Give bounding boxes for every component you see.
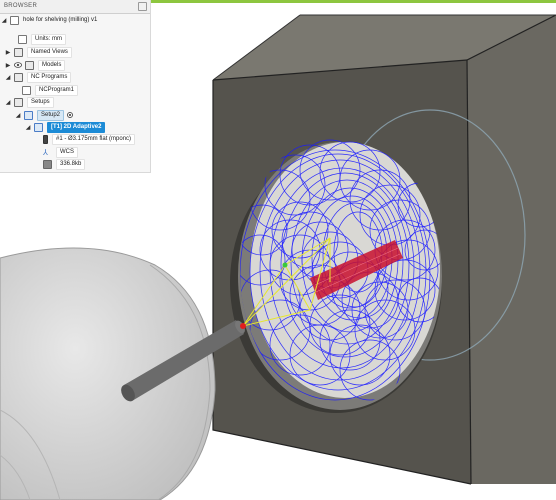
size-label: 336.8kb	[56, 158, 86, 170]
tree-setup2[interactable]: ◢ Setup2	[15, 109, 74, 121]
setup-icon	[24, 110, 33, 120]
file-size-icon	[43, 159, 52, 169]
document-icon	[10, 15, 19, 25]
nc-programs-icon	[14, 72, 23, 82]
start-point-marker	[282, 262, 288, 268]
models-label[interactable]: Models	[38, 59, 66, 71]
pin-icon[interactable]	[138, 2, 147, 11]
wcs-label[interactable]: WCS	[56, 146, 78, 158]
tool-icon	[43, 134, 48, 144]
setup2-label[interactable]: Setup2	[37, 109, 65, 121]
folder-icon	[25, 60, 34, 70]
folder-icon	[14, 47, 23, 57]
setups-label[interactable]: Setups	[27, 96, 54, 108]
units-label[interactable]: Units: mm	[31, 33, 66, 45]
expand-arrow-icon[interactable]: ▶	[5, 48, 11, 56]
wcs-axes-icon: ⅄	[43, 147, 48, 157]
browser-title: BROWSER	[4, 3, 38, 9]
tool-tip-marker	[240, 323, 246, 329]
tree-document[interactable]: ◢ hole for shelving (milling) v1	[1, 14, 97, 26]
collapse-arrow-icon[interactable]: ◢	[15, 111, 21, 119]
units-icon	[18, 34, 27, 44]
tree-units[interactable]: Units: mm	[9, 33, 66, 45]
setups-icon	[14, 97, 23, 107]
nc-program-icon	[22, 85, 31, 95]
collapse-arrow-icon[interactable]: ◢	[5, 73, 11, 81]
named-views-label[interactable]: Named Views	[27, 46, 72, 58]
tree-models[interactable]: ▶ Models	[5, 59, 66, 71]
document-name[interactable]: hole for shelving (milling) v1	[23, 17, 97, 24]
tree-setups[interactable]: ◢ Setups	[5, 96, 54, 108]
eye-icon[interactable]	[14, 62, 22, 68]
collapse-arrow-icon[interactable]: ◢	[1, 16, 7, 24]
activate-radio[interactable]	[67, 112, 74, 118]
tree-operation[interactable]: ◢ [T1] 2D Adaptive2	[25, 121, 106, 133]
tree-named-views[interactable]: ▶ Named Views	[5, 46, 72, 58]
operation-label[interactable]: [T1] 2D Adaptive2	[47, 121, 106, 133]
collapse-arrow-icon[interactable]: ◢	[5, 98, 11, 106]
tree-nc-program1[interactable]: NCProgram1	[19, 84, 79, 96]
tool-label[interactable]: #1 - Ø3.175mm flat (mponc)	[52, 133, 136, 145]
tree-tool[interactable]: #1 - Ø3.175mm flat (mponc)	[40, 133, 136, 145]
collapse-arrow-icon[interactable]: ◢	[25, 123, 31, 131]
tree-wcs[interactable]: ⅄ WCS	[40, 146, 78, 158]
stock-side-face	[467, 15, 556, 484]
nc-program1-label[interactable]: NCProgram1	[35, 84, 79, 96]
tree-size[interactable]: 336.8kb	[40, 158, 86, 170]
adaptive-operation-icon	[34, 122, 43, 132]
tool-holder	[0, 247, 216, 500]
browser-header: BROWSER	[0, 0, 150, 14]
expand-arrow-icon[interactable]: ▶	[5, 61, 11, 69]
accent-bar	[150, 0, 556, 3]
browser-panel: BROWSER ◢ hole for shelving (milling) v1…	[0, 0, 151, 173]
tree-nc-programs[interactable]: ◢ NC Programs	[5, 71, 72, 83]
nc-programs-label[interactable]: NC Programs	[27, 71, 72, 83]
